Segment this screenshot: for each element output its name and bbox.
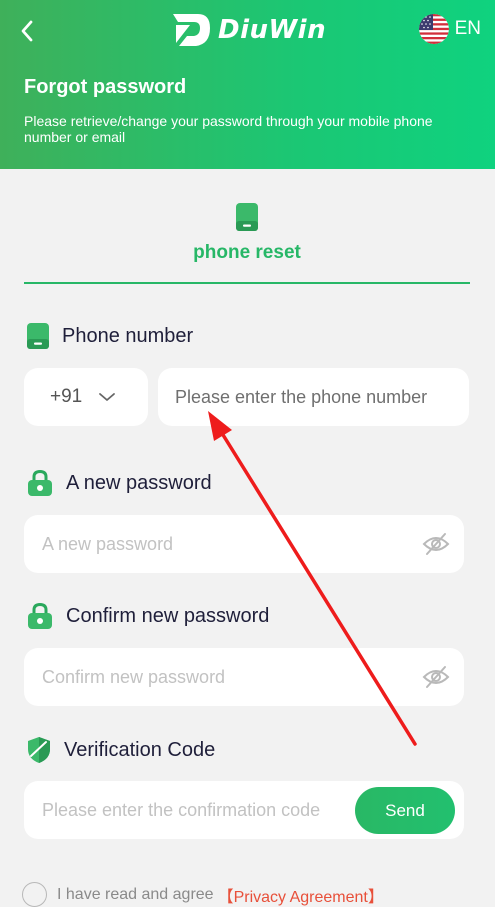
phone-number-label: Phone number [26, 322, 193, 350]
eye-off-icon[interactable] [422, 664, 450, 690]
phone-icon [236, 203, 258, 231]
agreement-checkbox[interactable] [22, 882, 47, 907]
verification-code-box: Send [24, 781, 464, 839]
country-code-value: +91 [50, 386, 83, 407]
lock-icon [28, 469, 52, 496]
country-code-select[interactable]: +91 [24, 368, 148, 426]
tab-phone-reset[interactable]: phone reset [24, 196, 470, 284]
phone-number-label-text: Phone number [62, 324, 194, 347]
phone-input[interactable] [158, 368, 469, 426]
tab-label: phone reset [193, 242, 301, 263]
agreement-text: I have read and agree [57, 885, 214, 903]
verification-code-label: Verification Code [26, 736, 215, 764]
phone-icon [27, 323, 49, 349]
confirm-password-label: Confirm new password [26, 602, 269, 630]
diuwin-logo-icon [173, 14, 210, 46]
chevron-left-icon [21, 20, 33, 42]
page-subtitle: Please retrieve/change your password thr… [24, 113, 433, 145]
new-password-input[interactable] [24, 515, 464, 573]
page-header: DiuWin EN Forgot password Please retriev… [0, 0, 495, 169]
eye-off-icon[interactable] [422, 531, 450, 557]
shield-icon [28, 737, 50, 763]
verification-code-label-text: Verification Code [64, 738, 216, 761]
confirm-password-label-text: Confirm new password [66, 604, 270, 627]
language-label: EN [454, 18, 481, 39]
chevron-down-icon [99, 393, 116, 401]
phone-input-box [158, 368, 469, 426]
new-password-label: A new password [26, 469, 212, 497]
brand-name: DiuWin [218, 15, 327, 45]
back-button[interactable] [12, 14, 42, 48]
lock-icon [28, 602, 52, 629]
brand-logo: DiuWin [170, 10, 326, 50]
page-title: Forgot password [24, 76, 187, 98]
confirm-password-input[interactable] [24, 648, 464, 706]
agreement-row: I have read and agree 【Privacy Agreement… [22, 882, 384, 907]
privacy-agreement-link[interactable]: 【Privacy Agreement】 [218, 883, 384, 907]
new-password-label-text: A new password [66, 471, 212, 494]
language-selector[interactable]: EN [418, 14, 481, 44]
confirm-password-box [24, 648, 464, 706]
new-password-box [24, 515, 464, 573]
send-code-button[interactable]: Send [355, 787, 455, 834]
us-flag-icon [418, 14, 449, 44]
